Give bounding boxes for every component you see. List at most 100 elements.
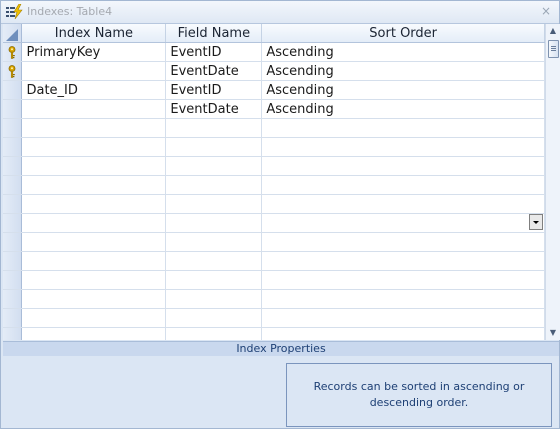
- cell-index-name[interactable]: [21, 156, 167, 176]
- window-title: Indexes: Table4: [27, 5, 113, 18]
- cell-sort-order[interactable]: [261, 251, 545, 271]
- cell-index-name[interactable]: Date_ID: [21, 80, 167, 100]
- row-selector[interactable]: [3, 175, 23, 195]
- cell-sort-order[interactable]: Ascending: [261, 99, 545, 119]
- cell-index-name[interactable]: [21, 61, 167, 81]
- cell-sort-order[interactable]: Ascending: [261, 80, 545, 100]
- cell-field-name[interactable]: [165, 175, 263, 195]
- scroll-up-icon[interactable]: ▲: [546, 24, 560, 38]
- table-row[interactable]: PrimaryKey EventID Ascending: [3, 42, 545, 62]
- row-selector[interactable]: [3, 251, 23, 271]
- help-text-box: Records can be sorted in ascending or de…: [286, 363, 552, 427]
- primary-key-icon: [8, 45, 16, 59]
- cell-sort-order[interactable]: [261, 270, 545, 290]
- row-selector[interactable]: [3, 289, 23, 309]
- table-row[interactable]: Date_ID EventID Ascending: [3, 80, 545, 100]
- cell-index-name[interactable]: [21, 213, 167, 233]
- table-row[interactable]: [3, 194, 545, 214]
- cell-field-name[interactable]: [165, 327, 263, 340]
- header-row: Index Name Field Name Sort Order: [3, 24, 545, 43]
- cell-index-name[interactable]: [21, 289, 167, 309]
- table-row[interactable]: [3, 156, 545, 176]
- row-selector[interactable]: [3, 137, 23, 157]
- table-row[interactable]: [3, 232, 545, 252]
- table-row[interactable]: EventDate Ascending: [3, 99, 545, 119]
- table-row[interactable]: [3, 118, 545, 138]
- indexes-window: Indexes: Table4 × Index Name Field Name …: [0, 0, 560, 429]
- table-row[interactable]: [3, 213, 545, 233]
- cell-sort-order[interactable]: [261, 137, 545, 157]
- row-selector[interactable]: [3, 61, 23, 81]
- cell-index-name[interactable]: [21, 308, 167, 328]
- vertical-scrollbar[interactable]: ▲ ▼: [545, 24, 560, 340]
- row-selector[interactable]: [3, 327, 23, 340]
- cell-sort-order[interactable]: [261, 289, 545, 309]
- table-row[interactable]: [3, 308, 545, 328]
- row-selector[interactable]: [3, 270, 23, 290]
- cell-field-name[interactable]: [165, 270, 263, 290]
- row-selector[interactable]: [3, 232, 23, 252]
- help-text: Records can be sorted in ascending or de…: [313, 380, 525, 409]
- cell-sort-order[interactable]: [261, 118, 545, 138]
- cell-field-name[interactable]: EventDate: [165, 61, 263, 81]
- row-selector[interactable]: [3, 308, 23, 328]
- table-row[interactable]: [3, 251, 545, 271]
- cell-field-name[interactable]: EventID: [165, 42, 263, 62]
- cell-sort-order[interactable]: [261, 213, 545, 233]
- scroll-down-icon[interactable]: ▼: [546, 326, 560, 340]
- cell-field-name[interactable]: [165, 213, 263, 233]
- cell-sort-order[interactable]: Ascending: [261, 61, 545, 81]
- cell-field-name[interactable]: [165, 232, 263, 252]
- cell-index-name[interactable]: [21, 194, 167, 214]
- cell-index-name[interactable]: [21, 118, 167, 138]
- row-selector[interactable]: [3, 213, 23, 233]
- table-row[interactable]: [3, 137, 545, 157]
- close-icon[interactable]: ×: [539, 4, 553, 18]
- row-selector[interactable]: [3, 118, 23, 138]
- index-properties-header: Index Properties: [3, 341, 559, 356]
- cell-sort-order[interactable]: Ascending: [261, 42, 545, 62]
- column-header-field-name[interactable]: Field Name: [165, 24, 263, 43]
- cell-index-name[interactable]: [21, 137, 167, 157]
- cell-index-name[interactable]: [21, 251, 167, 271]
- cell-sort-order[interactable]: [261, 327, 545, 340]
- cell-index-name[interactable]: [21, 99, 167, 119]
- cell-index-name[interactable]: [21, 175, 167, 195]
- indexes-grid: Index Name Field Name Sort Order Primary…: [3, 24, 545, 340]
- cell-index-name[interactable]: [21, 270, 167, 290]
- title-bar[interactable]: Indexes: Table4 ×: [1, 1, 559, 24]
- cell-field-name[interactable]: [165, 156, 263, 176]
- cell-field-name[interactable]: [165, 251, 263, 271]
- cell-field-name[interactable]: EventID: [165, 80, 263, 100]
- cell-field-name[interactable]: [165, 118, 263, 138]
- cell-sort-order[interactable]: [261, 194, 545, 214]
- cell-field-name[interactable]: [165, 137, 263, 157]
- indexes-table: Index Name Field Name Sort Order Primary…: [3, 24, 545, 340]
- table-row[interactable]: [3, 327, 545, 340]
- cell-field-name[interactable]: [165, 308, 263, 328]
- cell-field-name[interactable]: EventDate: [165, 99, 263, 119]
- row-selector[interactable]: [3, 156, 23, 176]
- cell-field-name[interactable]: [165, 289, 263, 309]
- cell-index-name[interactable]: [21, 232, 167, 252]
- cell-field-name[interactable]: [165, 194, 263, 214]
- select-all-corner[interactable]: [3, 24, 23, 43]
- cell-sort-order[interactable]: [261, 308, 545, 328]
- table-row[interactable]: [3, 270, 545, 290]
- cell-index-name[interactable]: [21, 327, 167, 340]
- column-header-index-name[interactable]: Index Name: [21, 24, 167, 43]
- table-row[interactable]: [3, 175, 545, 195]
- cell-sort-order[interactable]: [261, 232, 545, 252]
- cell-sort-order[interactable]: [261, 175, 545, 195]
- sort-order-dropdown-icon[interactable]: [529, 214, 543, 230]
- scroll-thumb[interactable]: [548, 40, 559, 58]
- row-selector[interactable]: [3, 42, 23, 62]
- cell-index-name[interactable]: PrimaryKey: [21, 42, 167, 62]
- table-row[interactable]: [3, 289, 545, 309]
- cell-sort-order[interactable]: [261, 156, 545, 176]
- row-selector[interactable]: [3, 99, 23, 119]
- row-selector[interactable]: [3, 194, 23, 214]
- table-row[interactable]: EventDate Ascending: [3, 61, 545, 81]
- row-selector[interactable]: [3, 80, 23, 100]
- column-header-sort-order[interactable]: Sort Order: [261, 24, 545, 43]
